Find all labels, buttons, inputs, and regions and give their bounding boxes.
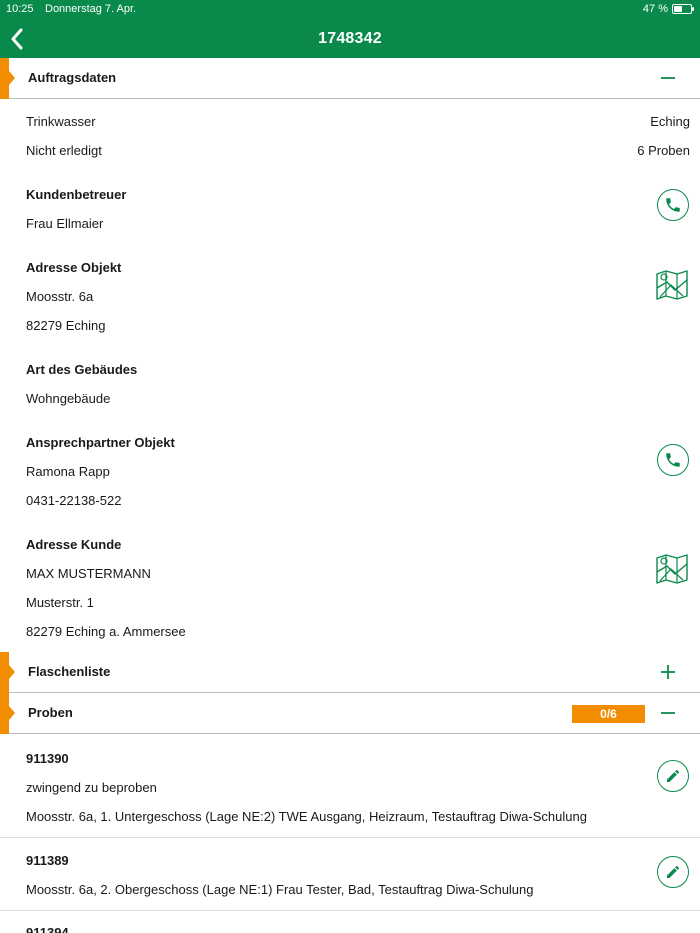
section-title: Proben bbox=[28, 705, 73, 720]
ansprechpartner-name: Ramona Rapp bbox=[26, 464, 110, 479]
objekt-street: Moosstr. 6a bbox=[26, 289, 94, 304]
proben-counter-badge: 0/6 bbox=[572, 705, 645, 723]
kundenbetreuer-name: Frau Ellmaier bbox=[26, 216, 104, 231]
kunde-city: 82279 Eching a. Ammersee bbox=[26, 624, 186, 639]
map-objekt-button[interactable] bbox=[655, 268, 689, 302]
probe-id: 911394 bbox=[26, 925, 69, 933]
map-icon bbox=[656, 554, 688, 584]
battery-fill bbox=[674, 6, 682, 12]
label-adresse-objekt: Adresse Objekt bbox=[26, 260, 122, 275]
order-sample-count: 6 Proben bbox=[637, 143, 690, 158]
section-marker bbox=[0, 693, 15, 734]
objekt-city: 82279 Eching bbox=[26, 318, 106, 333]
label-adresse-kunde: Adresse Kunde bbox=[26, 537, 122, 552]
call-kundenbetreuer-button[interactable] bbox=[657, 189, 689, 221]
section-title: Flaschenliste bbox=[28, 664, 111, 679]
probe-id: 911390 bbox=[26, 751, 69, 766]
minus-icon[interactable] bbox=[658, 68, 678, 88]
map-icon bbox=[656, 270, 688, 300]
edit-probe-button[interactable] bbox=[657, 856, 689, 888]
phone-icon bbox=[666, 198, 680, 212]
row-divider bbox=[0, 910, 700, 911]
order-location: Eching bbox=[650, 114, 690, 129]
status-date: Donnerstag 7. Apr. bbox=[45, 3, 137, 15]
edit-probe-button[interactable] bbox=[657, 760, 689, 792]
section-proben[interactable]: Proben 0/6 bbox=[0, 693, 700, 734]
probe-id: 911389 bbox=[26, 853, 69, 868]
map-kunde-button[interactable] bbox=[655, 552, 689, 586]
label-gebaeude: Art des Gebäudes bbox=[26, 362, 138, 377]
order-type: Trinkwasser bbox=[26, 114, 96, 129]
pencil-icon bbox=[667, 866, 679, 878]
minus-icon[interactable] bbox=[658, 703, 678, 723]
label-kundenbetreuer: Kundenbetreuer bbox=[26, 187, 127, 202]
probe-description: Moosstr. 6a, 2. Obergeschoss (Lage NE:1)… bbox=[26, 882, 534, 897]
probe-description: Moosstr. 6a, 1. Untergeschoss (Lage NE:2… bbox=[26, 809, 587, 824]
call-ansprechpartner-button[interactable] bbox=[657, 444, 689, 476]
kunde-street: Musterstr. 1 bbox=[26, 595, 94, 610]
section-marker bbox=[0, 58, 15, 99]
plus-icon[interactable] bbox=[658, 662, 678, 682]
section-title: Auftragsdaten bbox=[28, 70, 117, 85]
top-bar: 10:25 Donnerstag 7. Apr. 47 % 1748342 bbox=[0, 0, 700, 58]
pencil-icon bbox=[667, 770, 679, 782]
probe-note: zwingend zu beproben bbox=[26, 780, 157, 795]
gebaeude-value: Wohngebäude bbox=[26, 391, 111, 406]
page-title: 1748342 bbox=[318, 30, 382, 47]
battery-percent: 47 % bbox=[642, 3, 668, 15]
ansprechpartner-phone: 0431-22138-522 bbox=[26, 493, 122, 508]
status-bar: 10:25 Donnerstag 7. Apr. 47 % bbox=[0, 0, 700, 20]
kunde-name: MAX MUSTERMANN bbox=[26, 566, 151, 581]
section-auftragsdaten[interactable]: Auftragsdaten bbox=[0, 58, 700, 99]
section-marker bbox=[0, 652, 15, 693]
battery-indicator: 47 % bbox=[642, 3, 694, 15]
section-flaschenliste[interactable]: Flaschenliste bbox=[0, 652, 700, 693]
status-time: 10:25 bbox=[6, 3, 34, 15]
row-divider bbox=[0, 837, 700, 838]
battery-icon bbox=[672, 4, 694, 14]
order-state: Nicht erledigt bbox=[26, 143, 102, 158]
phone-icon bbox=[666, 453, 680, 467]
label-ansprechpartner: Ansprechpartner Objekt bbox=[26, 435, 175, 450]
